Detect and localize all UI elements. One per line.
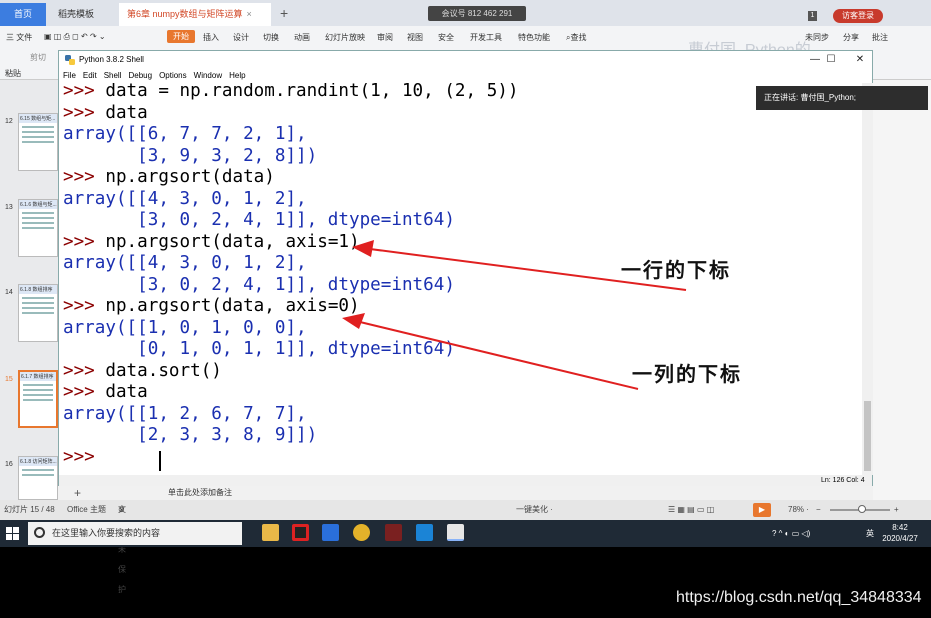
add-slide-icon[interactable]: + [74,486,81,500]
row-arrow-head [352,240,374,257]
file-explorer-icon[interactable] [262,524,279,541]
wps-status-bar: 幻灯片 15 / 48 Office 主题 ⊗ 文档未保护 一键美化 · ☰ ▦… [0,500,931,594]
notes-bar: + 单击此处添加备注 [58,486,873,500]
clock-date: 2020/4/27 [882,534,918,543]
search-icon [34,527,45,538]
record-icon[interactable] [292,524,309,541]
row-index-annotation: 一行的下标 [621,258,731,282]
tencent-meeting-icon[interactable] [416,524,433,541]
taskbar-clock[interactable]: 8:42 2020/4/27 [877,522,923,544]
zoom-level[interactable]: 78% · [788,500,809,520]
notes-placeholder[interactable]: 单击此处添加备注 [168,486,232,500]
zoom-slider-knob[interactable] [858,505,866,513]
taskbar-search-box[interactable]: 在这里输入你要搜索的内容 [28,522,242,545]
theme-name: Office 主题 [67,505,106,514]
ime-indicator[interactable]: 英 [866,520,874,547]
protect-label: 文档未保护 [118,505,126,594]
slide-count: 幻灯片 15 / 48 [4,505,55,514]
app-icon[interactable] [385,524,402,541]
wps-writer-icon[interactable] [322,524,339,541]
watermark-url: https://blog.csdn.net/qq_34848334 [676,589,922,606]
play-slideshow-icon[interactable]: ▶ [753,503,771,517]
col-arrow-line [359,321,639,390]
windows-taskbar: 在这里输入你要搜索的内容 ? ^ ◐ ▭ ◁) 英 8:42 2020/4/27 [0,520,931,547]
speaking-indicator: 正在讲话: 曹付国_Python; [756,86,928,110]
view-mode-icons[interactable]: ☰ ▦ ▤ ▭ ◫ [668,500,714,520]
col-arrow-head [342,313,365,329]
windows-start-icon[interactable] [6,527,19,540]
chrome-icon[interactable] [353,524,370,541]
col-index-annotation: 一列的下标 [632,362,742,386]
python-idle-taskbar-icon[interactable] [447,524,464,541]
zoom-in-icon[interactable]: + [894,500,899,520]
screen: 首页 稻壳模板 第6章 numpy数组与矩阵运算 × + 会议号 812 462 … [0,0,931,618]
tray-icons[interactable]: ? ^ ◐ ▭ ◁) [772,520,810,547]
beautify-button[interactable]: 一键美化 · [516,500,553,520]
clock-time: 8:42 [892,523,908,532]
taskbar-search-placeholder: 在这里输入你要搜索的内容 [52,528,161,538]
zoom-out-icon[interactable]: − [816,500,821,520]
